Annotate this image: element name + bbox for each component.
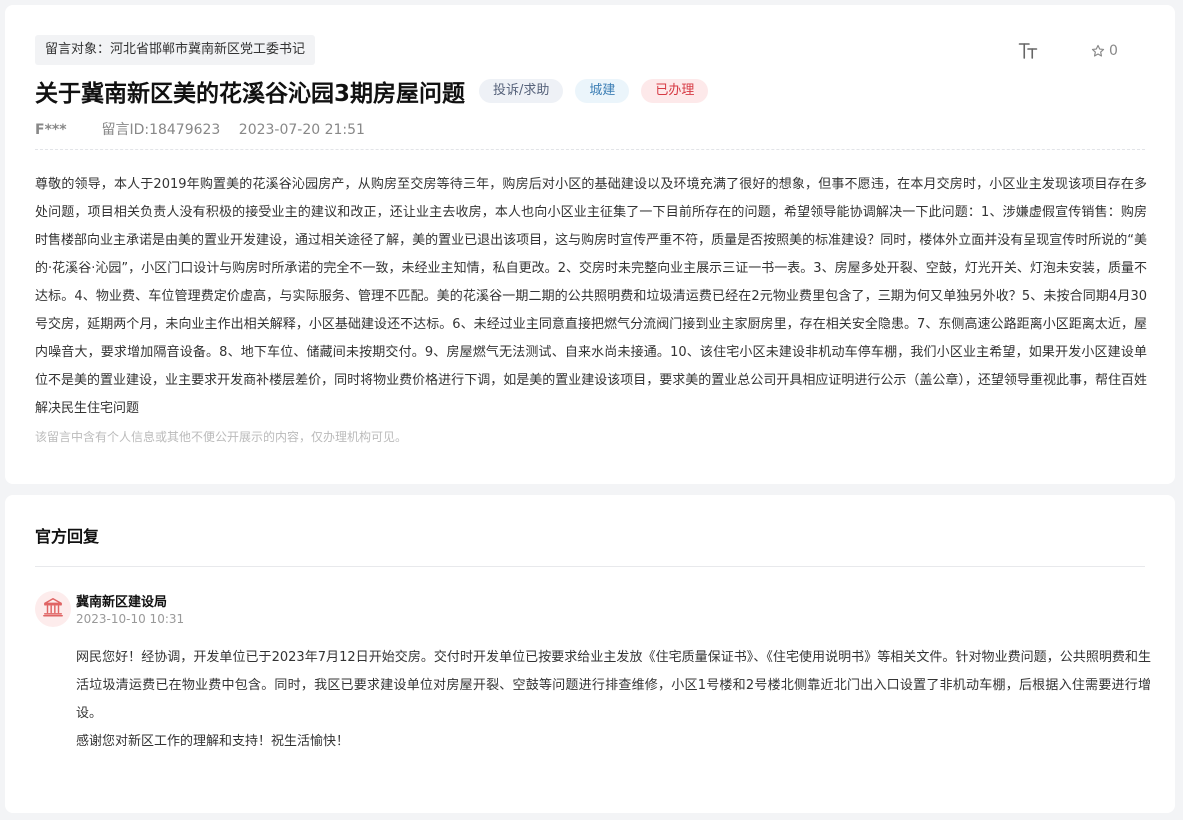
message-author: F*** — [35, 122, 67, 138]
message-target-tag: 留言对象：河北省邯郸市冀南新区党工委书记 — [35, 35, 316, 65]
message-type-badge: 投诉/求助 — [479, 79, 564, 103]
privacy-note: 该留言中含有个人信息或其他不便公开展示的内容，仅办理机构可见。 — [35, 430, 408, 444]
reply-heading: 官方回复 — [35, 527, 100, 546]
avatar — [35, 591, 71, 627]
message-datetime: 2023-07-20 21:51 — [238, 122, 365, 138]
message-id: 留言ID:18479623 — [101, 122, 221, 138]
message-status-badge: 已办理 — [641, 79, 709, 103]
message-meta: F*** 留言ID:18479623 2023-07-20 21:51 — [35, 120, 365, 140]
message-field-badge: 城建 — [575, 79, 630, 103]
star-icon — [1091, 44, 1105, 58]
reply-datetime: 2023-10-10 10:31 — [76, 612, 185, 626]
message-title: 关于冀南新区美的花溪谷沁园3期房屋问题 — [35, 81, 466, 107]
message-divider — [35, 149, 1145, 150]
font-size-icon[interactable] — [1018, 41, 1038, 61]
reply-paragraph: 网民您好！经协调，开发单位已于2023年7月12日开始交房。交付时开发单位已按要… — [76, 650, 1151, 721]
reply-divider — [35, 566, 1145, 567]
reply-content: 网民您好！经协调，开发单位已于2023年7月12日开始交房。交付时开发单位已按要… — [76, 644, 1151, 756]
favorite-count: 0 — [1109, 43, 1118, 59]
message-card: 留言对象：河北省邯郸市冀南新区党工委书记 0 关于冀南新区美的花溪谷沁园3期房屋… — [5, 5, 1175, 484]
government-building-icon — [42, 596, 64, 622]
reply-card: 官方回复 冀南新区建设局 2023-10-10 10:31 网民您好！经协调，开… — [5, 495, 1175, 813]
reply-closing: 感谢您对新区工作的理解和支持！祝生活愉快！ — [76, 734, 350, 749]
replier-name: 冀南新区建设局 — [76, 595, 168, 610]
title-row: 关于冀南新区美的花溪谷沁园3期房屋问题 投诉/求助 城建 已办理 — [35, 73, 709, 109]
message-content: 尊敬的领导，本人于2019年购置美的花溪谷沁园房产，从购房至交房等待三年，购房后… — [35, 177, 1147, 416]
favorite-button[interactable]: 0 — [1091, 41, 1118, 61]
